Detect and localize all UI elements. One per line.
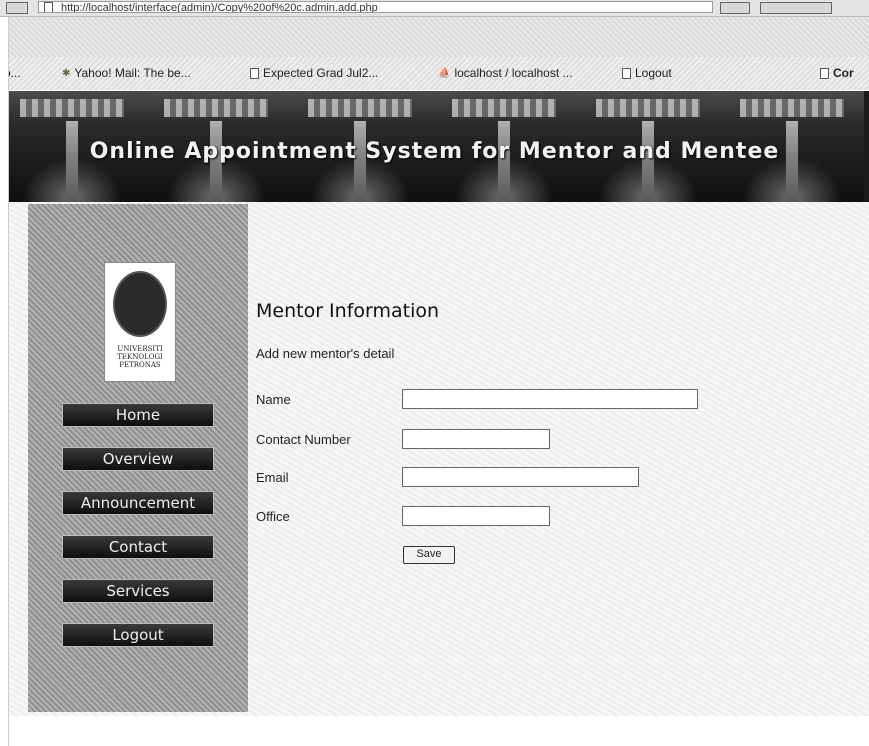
office-label: Office — [256, 509, 290, 524]
bookmark-cor[interactable]: Cor — [820, 66, 854, 80]
bookmark-expected-grad[interactable]: Expected Grad Jul2... — [250, 66, 378, 80]
page-title: Mentor Information — [256, 300, 440, 322]
name-input[interactable] — [402, 389, 698, 409]
go-button[interactable] — [720, 2, 750, 14]
page-icon — [622, 67, 631, 79]
logo-text: UNIVERSITI TEKNOLOGI PETRONAS — [117, 345, 163, 369]
page-icon — [820, 67, 829, 79]
bookmark-logout[interactable]: Logout — [622, 66, 672, 80]
contact-number-label: Contact Number — [256, 432, 351, 447]
left-margin — [0, 17, 9, 746]
bookmark-label: localhost / localhost ... — [454, 66, 573, 80]
office-input[interactable] — [402, 506, 550, 526]
bookmarks-bar: p... ✱ Yahoo! Mail: The be... Expected G… — [0, 57, 869, 90]
save-button[interactable]: Save — [403, 546, 455, 564]
nav-logout[interactable]: Logout — [62, 623, 214, 647]
bookmark-yahoo-mail[interactable]: ✱ Yahoo! Mail: The be... — [62, 66, 191, 80]
nav-contact[interactable]: Contact — [62, 535, 214, 559]
nav-home[interactable]: Home — [62, 403, 214, 427]
bookmark-label: Cor — [833, 66, 854, 80]
bookmark-label: Yahoo! Mail: The be... — [74, 66, 191, 80]
header-banner: Online Appointment System for Mentor and… — [0, 91, 869, 202]
bookmark-label: Logout — [635, 66, 672, 80]
address-bar: http://localhost/interface(admin)/Copy%2… — [0, 0, 869, 17]
page-icon — [44, 2, 53, 12]
page-icon — [250, 67, 259, 79]
phpmyadmin-icon: ⛵ — [438, 67, 451, 79]
address-url: http://localhost/interface(admin)/Copy%2… — [61, 2, 378, 13]
name-label: Name — [256, 392, 291, 407]
bookmark-label: Expected Grad Jul2... — [263, 66, 379, 80]
address-field[interactable]: http://localhost/interface(admin)/Copy%2… — [38, 1, 713, 13]
email-input[interactable] — [402, 467, 639, 487]
page-subtitle: Add new mentor's detail — [256, 346, 395, 361]
browser-menu-button[interactable] — [6, 2, 28, 14]
search-box[interactable] — [760, 2, 832, 14]
nav-overview[interactable]: Overview — [62, 447, 214, 471]
yahoo-icon: ✱ — [62, 67, 71, 79]
bookmark-localhost[interactable]: ⛵ localhost / localhost ... — [438, 66, 573, 80]
contact-number-input[interactable] — [402, 429, 550, 449]
toolbar-area — [0, 17, 869, 57]
university-logo: UNIVERSITI TEKNOLOGI PETRONAS — [104, 262, 176, 382]
nav-announcement[interactable]: Announcement — [62, 491, 214, 515]
nav-services[interactable]: Services — [62, 579, 214, 603]
site-title: Online Appointment System for Mentor and… — [89, 139, 780, 164]
email-label: Email — [256, 470, 289, 485]
logo-emblem — [113, 271, 167, 337]
